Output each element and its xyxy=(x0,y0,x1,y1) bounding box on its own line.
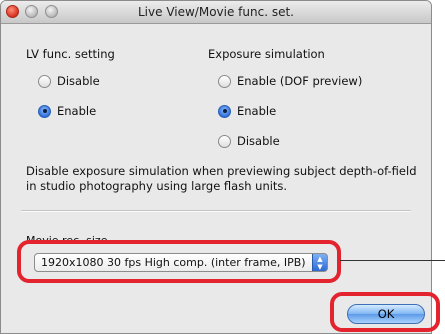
radio-off-icon xyxy=(218,134,231,148)
radio-label: Enable xyxy=(237,104,277,118)
exp-enable-radio[interactable]: Enable xyxy=(218,104,276,118)
dialog-window: Live View/Movie func. set. LV func. sett… xyxy=(0,0,432,334)
exp-dof-radio[interactable]: Enable (DOF preview) xyxy=(218,74,362,88)
divider xyxy=(21,210,411,212)
select-highlight-box xyxy=(17,240,341,283)
callout-line xyxy=(340,260,445,261)
lv-func-heading: LV func. setting xyxy=(26,47,115,61)
radio-on-icon xyxy=(218,104,231,118)
radio-label: Enable xyxy=(57,104,97,118)
window-title: Live View/Movie func. set. xyxy=(138,5,294,19)
exposure-description: Disable exposure simulation when preview… xyxy=(26,164,417,193)
radio-label: Enable (DOF preview) xyxy=(237,74,363,88)
radio-off-icon xyxy=(218,74,231,88)
radio-label: Disable xyxy=(237,134,280,148)
lv-enable-radio[interactable]: Enable xyxy=(38,104,96,118)
radio-off-icon xyxy=(38,74,51,88)
radio-on-icon xyxy=(38,104,51,118)
exp-disable-radio[interactable]: Disable xyxy=(218,134,280,148)
exposure-sim-heading: Exposure simulation xyxy=(208,47,325,61)
ok-highlight-box xyxy=(330,292,440,332)
title-bar[interactable]: Live View/Movie func. set. xyxy=(1,1,431,24)
lv-disable-radio[interactable]: Disable xyxy=(38,74,100,88)
radio-label: Disable xyxy=(57,74,100,88)
